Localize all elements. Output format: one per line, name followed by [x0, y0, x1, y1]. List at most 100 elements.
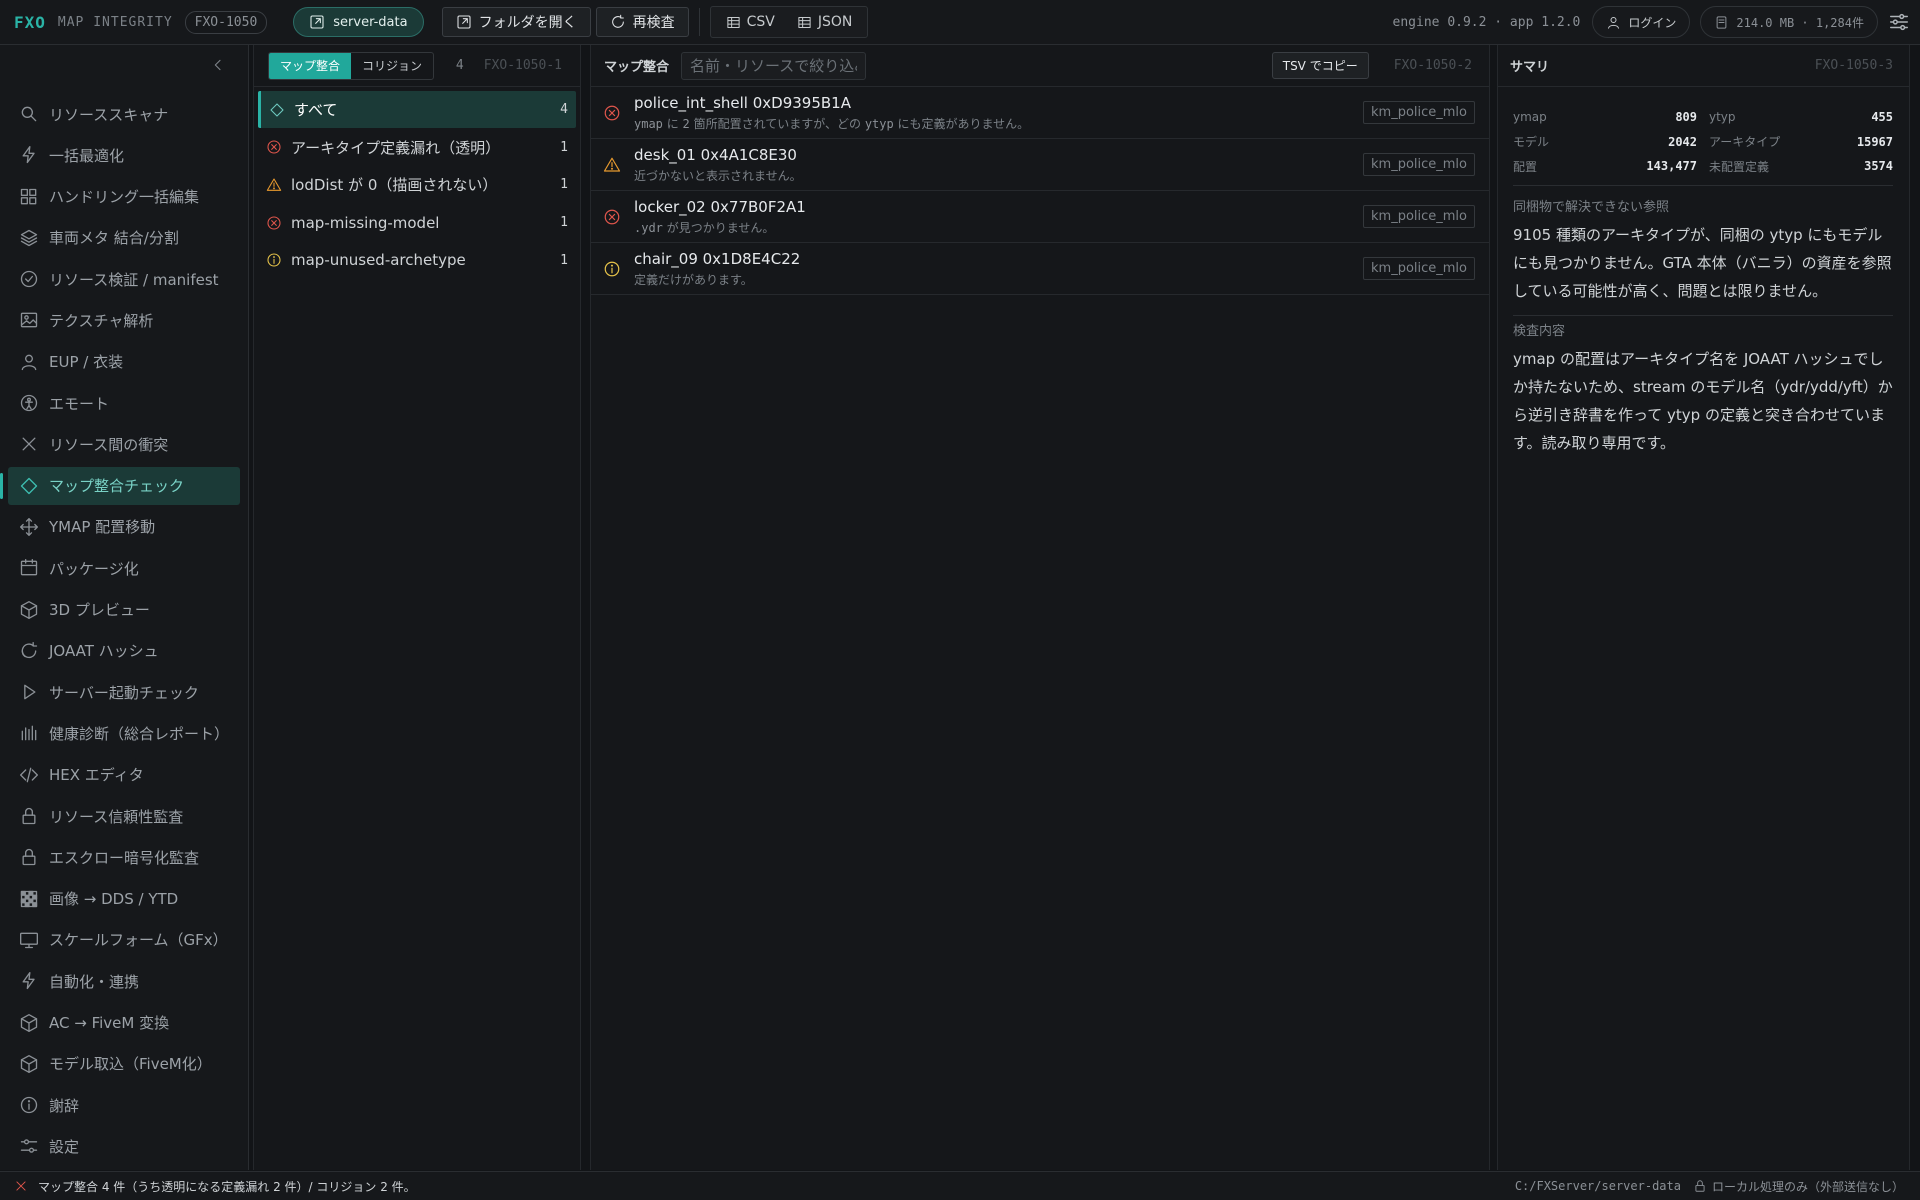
warning-icon: [266, 178, 282, 191]
checker-icon: [20, 890, 38, 907]
sidebar-item[interactable]: エスクロー暗号化監査: [8, 838, 240, 876]
rescan-button[interactable]: 再検査: [595, 7, 689, 37]
stat-value: 15967: [1856, 134, 1893, 149]
issues-panel: マップ整合 TSV でコピー FXO-1050-2 police_int_she…: [590, 45, 1490, 1170]
sidebar-item-label: 一括最適化: [49, 146, 125, 165]
sliders-icon: [20, 1139, 38, 1154]
sidebar-item[interactable]: AC → FiveM 変換: [8, 1004, 240, 1042]
tab-map-integrity[interactable]: マップ整合: [269, 52, 352, 79]
sidebar-item-label: リソース検証 / manifest: [49, 270, 219, 289]
check-circle-icon: [20, 271, 38, 288]
copy-tsv-button[interactable]: TSV でコピー: [1271, 52, 1369, 79]
issue-title: chair_09 0x1D8E4C22: [634, 250, 801, 268]
sidebar-item-label: パッケージ化: [49, 559, 139, 578]
error-x-icon: [16, 1181, 26, 1191]
issue-row[interactable]: desk_01 0x4A1C8E30 近づかないと表示されません。 km_pol…: [591, 139, 1489, 191]
export-csv-button[interactable]: CSV: [715, 14, 786, 30]
sidebar-item[interactable]: 設定: [8, 1127, 240, 1165]
stat-archetypes: アーキタイプ 15967: [1709, 130, 1893, 155]
stat-placements: 配置 143,477: [1513, 154, 1697, 179]
sidebar-item[interactable]: スケールフォーム（GFx）: [8, 921, 240, 959]
sidebar-item-label: サーバー起動チェック: [49, 683, 199, 702]
section-body: 9105 種類のアーキタイプが、同梱の ytyp にもモデルにも見つかりません。…: [1513, 226, 1892, 300]
filter-total-count: 4: [455, 58, 464, 73]
stat-value: 143,477: [1646, 159, 1697, 174]
sidebar-item-label: 画像 → DDS / YTD: [49, 890, 179, 909]
sidebar-item[interactable]: リソース信頼性監査: [8, 797, 240, 835]
sidebar-item[interactable]: マップ整合チェック: [0, 466, 240, 505]
server-folder-button[interactable]: server-data: [293, 7, 424, 37]
issue-row[interactable]: chair_09 0x1D8E4C22 定義だけがあります。 km_police…: [591, 243, 1489, 295]
sidebar-item[interactable]: パッケージ化: [8, 549, 240, 587]
resource-tag[interactable]: km_police_mlo: [1363, 257, 1475, 280]
sidebar-item-label: YMAP 配置移動: [49, 518, 156, 537]
sidebar-item-label: モデル取込（FiveM化）: [49, 1055, 212, 1074]
resource-tag[interactable]: km_police_mlo: [1363, 101, 1475, 124]
issue-row[interactable]: locker_02 0x77B0F2A1 .ydr が見つかりません。 km_p…: [591, 191, 1489, 243]
sidebar-item[interactable]: ハンドリング一括編集: [8, 178, 240, 216]
filter-item-label: map-unused-archetype: [291, 251, 466, 270]
collapse-sidebar-icon[interactable]: [210, 57, 226, 73]
info-icon: [267, 253, 281, 267]
filter-item[interactable]: アーキタイプ定義漏れ（透明） 1: [258, 129, 576, 166]
sidebar-item[interactable]: リソーススキャナ: [8, 95, 240, 133]
sidebar-item[interactable]: 3D プレビュー: [8, 591, 240, 629]
grid-icon: [20, 188, 37, 204]
server-folder-label: server-data: [333, 14, 408, 30]
sidebar-item[interactable]: HEX エディタ: [8, 756, 240, 794]
sidebar-item-label: HEX エディタ: [49, 766, 144, 785]
filter-item[interactable]: すべて 4: [258, 91, 576, 128]
settings-sliders-icon[interactable]: [1888, 11, 1910, 33]
stat-value: 3574: [1864, 159, 1893, 174]
resource-tag[interactable]: km_police_mlo: [1363, 153, 1475, 176]
person-circle-icon: [20, 394, 38, 412]
panel-id: FXO-1050-1: [483, 58, 562, 73]
sidebar-item[interactable]: リソース検証 / manifest: [8, 260, 240, 298]
filter-item-count: 4: [560, 102, 568, 117]
sidebar-item[interactable]: 健康診断（総合レポート）: [8, 714, 240, 752]
open-folder-button[interactable]: フォルダを開く: [441, 7, 591, 37]
sidebar-item[interactable]: 謝辞: [8, 1086, 240, 1124]
filter-item-label: map-missing-model: [291, 213, 440, 232]
lock-icon: [22, 807, 36, 825]
play-icon: [24, 684, 36, 700]
filter-item[interactable]: map-unused-archetype 1: [258, 242, 576, 279]
sidebar-item[interactable]: 自動化・連携: [8, 962, 240, 1000]
sidebar-item[interactable]: JOAAT ハッシュ: [8, 632, 240, 670]
sidebar-item[interactable]: エモート: [8, 384, 240, 422]
export-json-button[interactable]: JSON: [786, 14, 864, 30]
filter-item[interactable]: map-missing-model 1: [258, 204, 576, 241]
app-logo: FXO: [14, 12, 46, 32]
sidebar-item[interactable]: 画像 → DDS / YTD: [8, 880, 240, 918]
stat-label: 未配置定義: [1709, 159, 1770, 174]
filter-item[interactable]: lodDist が 0（描画されない） 1: [258, 166, 576, 203]
filter-search-input[interactable]: [681, 51, 867, 80]
status-message: マップ整合 4 件（うち透明になる定義漏れ 2 件）/ コリジョン 2 件。: [38, 1179, 416, 1194]
panel-id: FXO-1050-2: [1393, 58, 1472, 73]
sidebar-item[interactable]: サーバー起動チェック: [8, 673, 240, 711]
login-button[interactable]: ログイン: [1592, 6, 1691, 38]
stat-label: アーキタイプ: [1709, 135, 1781, 150]
sidebar-item[interactable]: YMAP 配置移動: [8, 508, 240, 546]
tab-collision[interactable]: コリジョン: [351, 53, 433, 79]
external-link-icon: [310, 15, 324, 29]
privacy-note: ローカル処理のみ（外部送信なし）: [1693, 1178, 1904, 1195]
storage-text: 214.0 MB · 1,284件: [1736, 15, 1864, 30]
resource-tag[interactable]: km_police_mlo: [1363, 205, 1475, 228]
issues-panel-header: マップ整合 TSV でコピー FXO-1050-2: [591, 45, 1489, 87]
sidebar-item[interactable]: 車両メタ 結合/分割: [8, 219, 240, 257]
filter-item-label: アーキタイプ定義漏れ（透明）: [291, 138, 501, 157]
sidebar-item[interactable]: EUP / 衣装: [8, 343, 240, 381]
sidebar-item-label: スケールフォーム（GFx）: [49, 931, 228, 950]
image-icon: [20, 313, 38, 328]
code-token: 2: [682, 117, 690, 131]
section-heading: 検査内容: [1513, 324, 1566, 339]
info-icon: [604, 261, 620, 277]
sidebar-item[interactable]: リソース間の衝突: [8, 425, 240, 463]
bars-icon: [21, 726, 37, 741]
sidebar-item[interactable]: モデル取込（FiveM化）: [8, 1045, 240, 1083]
storage-indicator[interactable]: 214.0 MB · 1,284件: [1700, 6, 1878, 38]
sidebar-item[interactable]: 一括最適化: [8, 136, 240, 174]
sidebar-item[interactable]: テクスチャ解析: [8, 301, 240, 339]
issue-row[interactable]: police_int_shell 0xD9395B1A ymap に 2 箇所配…: [591, 87, 1489, 139]
